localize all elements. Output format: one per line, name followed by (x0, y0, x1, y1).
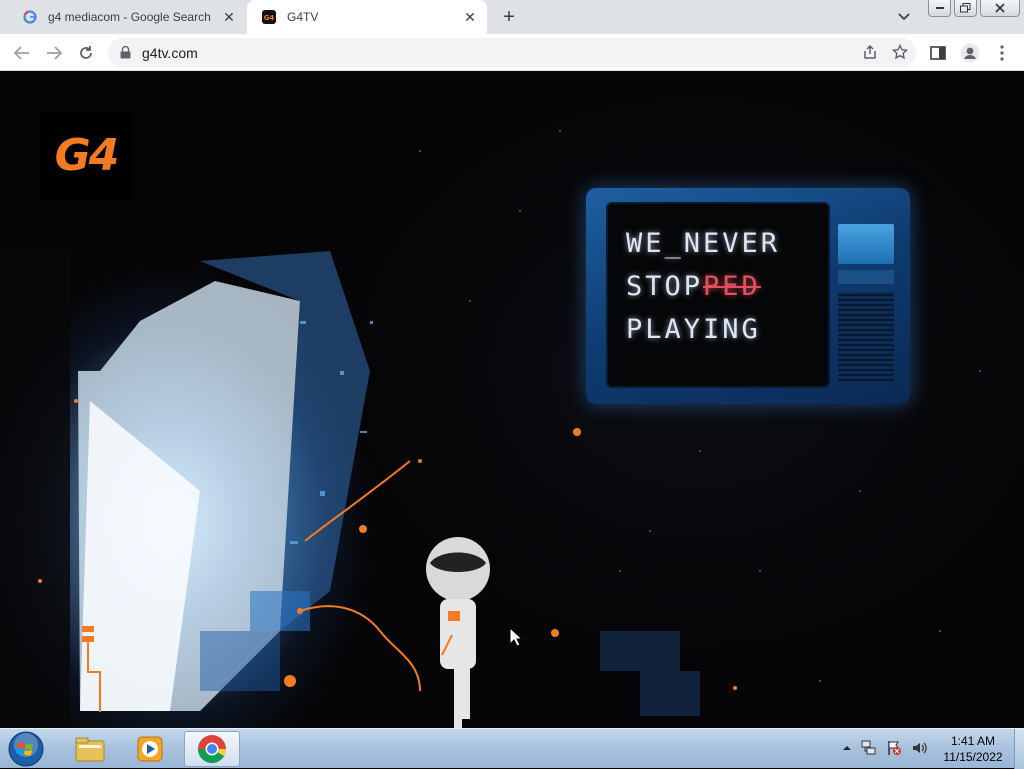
taskbar-media-player[interactable] (122, 731, 178, 767)
g4tv-icon: G4 (261, 9, 277, 25)
tab-strip: g4 mediacom - Google Search ✕ G4 G4TV ✕ … (0, 0, 1024, 34)
show-desktop-button[interactable] (1014, 729, 1024, 769)
reload-icon[interactable] (74, 41, 98, 65)
tv-control-panel (838, 224, 896, 390)
file-explorer-icon (75, 737, 105, 762)
restore-button[interactable] (954, 0, 977, 17)
tv-text-stop: STOP (626, 271, 704, 302)
back-arrow-icon[interactable] (10, 41, 34, 65)
forward-arrow-icon[interactable] (42, 41, 66, 65)
clock-date: 11/15/2022 (943, 750, 1003, 764)
retro-tv-graphic: WE_NEVER STOPPED PLAYING (586, 188, 910, 404)
google-icon (22, 9, 38, 25)
minimize-button[interactable] (928, 0, 951, 17)
side-panel-icon[interactable] (926, 41, 950, 65)
network-icon[interactable] (861, 740, 877, 759)
taskbar-chrome[interactable] (184, 731, 240, 767)
chrome-icon (198, 735, 226, 763)
system-tray (842, 729, 927, 769)
taskbar-clock[interactable]: 1:41 AM 11/15/2022 (936, 733, 1010, 765)
close-icon[interactable]: ✕ (218, 6, 240, 28)
action-center-flag-icon[interactable] (886, 740, 902, 759)
g4tv-hero: G4 WE_NEVER STOPPED PLAYING (0, 71, 1024, 728)
taskbar-file-explorer[interactable] (62, 731, 118, 767)
close-icon[interactable]: ✕ (459, 6, 481, 28)
browser-toolbar: g4tv.com (0, 34, 1024, 71)
tv-text-line-3: PLAYING (626, 314, 761, 345)
show-hidden-icons-chevron-icon[interactable] (842, 744, 852, 755)
start-button[interactable] (6, 729, 46, 769)
mouse-cursor-icon (509, 627, 523, 647)
profile-avatar-icon[interactable] (958, 41, 982, 65)
g4-logo[interactable]: G4 (40, 111, 132, 199)
address-bar[interactable]: g4tv.com (108, 38, 916, 67)
g4-logo-text: G4 (54, 129, 120, 181)
share-icon[interactable] (862, 44, 878, 65)
url-text[interactable]: g4tv.com (142, 45, 198, 61)
astronaut-figure (426, 537, 490, 728)
tv-text-struck: PED (703, 271, 761, 302)
tab-search-chevron-icon[interactable] (893, 7, 915, 27)
bookmark-star-icon[interactable] (891, 43, 909, 65)
tab-google-search[interactable]: g4 mediacom - Google Search ✕ (8, 0, 246, 34)
tv-text-line-1: WE_NEVER (626, 228, 781, 259)
start-orb-icon (8, 731, 44, 767)
tab-title: g4 mediacom - Google Search (48, 10, 211, 24)
tab-title: G4TV (287, 10, 319, 24)
close-window-button[interactable] (980, 0, 1020, 17)
clock-time: 1:41 AM (950, 734, 996, 748)
tv-text-line-2: STOPPED (626, 271, 761, 302)
svg-text:G4: G4 (264, 14, 275, 22)
lock-icon[interactable] (120, 46, 132, 60)
window-controls (928, 0, 1023, 17)
volume-speaker-icon[interactable] (911, 740, 927, 759)
tab-g4tv[interactable]: G4 G4TV ✕ (247, 0, 487, 34)
more-menu-icon[interactable] (990, 41, 1014, 65)
media-player-icon (137, 736, 163, 762)
new-tab-button[interactable]: + (498, 6, 520, 28)
windows-taskbar: 1:41 AM 11/15/2022 (0, 728, 1024, 769)
